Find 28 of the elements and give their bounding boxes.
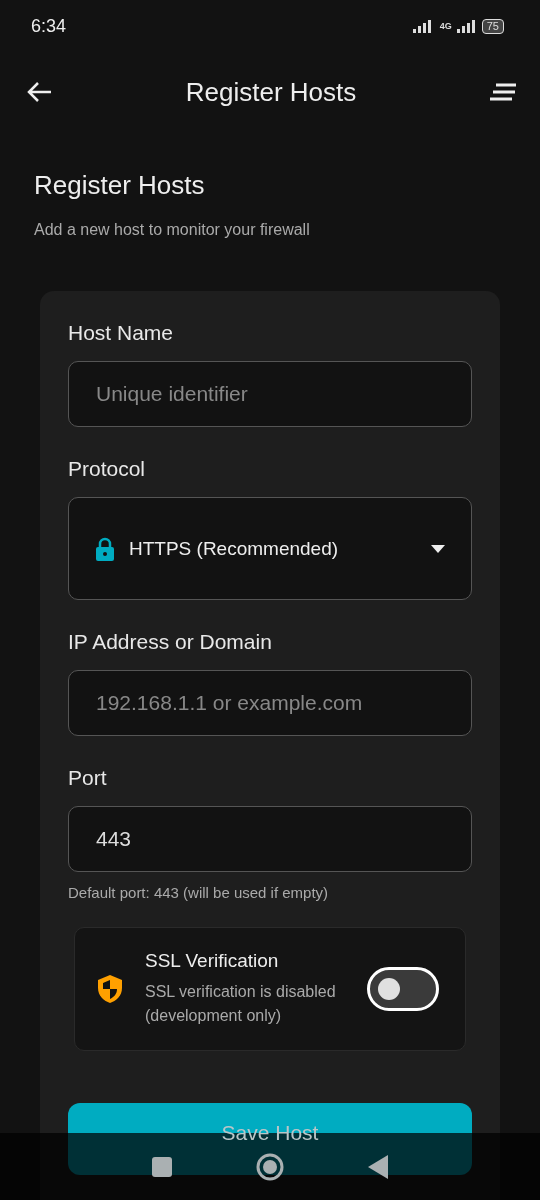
shield-icon (97, 974, 123, 1004)
dropdown-value: HTTPS (Recommended) (129, 537, 340, 560)
helper-text: Default port: 443 (will be used if empty) (68, 884, 330, 901)
status-time: 6:34 (31, 15, 67, 37)
ssl-toggle[interactable] (367, 967, 439, 1011)
network-label: 4G (439, 21, 452, 31)
battery-indicator: 75 (481, 18, 504, 34)
ssl-title: SSL Verification (145, 950, 280, 972)
page-subtitle: Add a new host to monitor your firewall (34, 221, 311, 239)
field-label: Protocol (68, 457, 147, 481)
signal-icon (456, 19, 477, 33)
ssl-description: SSL verification is disabled (development only) (145, 982, 337, 1026)
input-field[interactable]: Unique identifier (68, 361, 472, 427)
page-title: Register Hosts (34, 170, 206, 201)
protocol-dropdown[interactable]: HTTPS (Recommended) (68, 497, 472, 600)
caret-icon (431, 544, 445, 553)
field-label: Host Name (68, 321, 175, 345)
app-bar-title: Register Hosts (185, 76, 357, 108)
back-button[interactable] (26, 81, 52, 103)
recents-icon[interactable] (152, 1156, 172, 1177)
lock-icon (95, 536, 115, 561)
field-label: Port (68, 766, 108, 790)
field-label: IP Address or Domain (68, 630, 273, 654)
input-field[interactable]: 443 (68, 806, 472, 872)
input-field[interactable]: 192.168.1.1 or example.com (68, 670, 472, 736)
home-icon[interactable] (256, 1152, 284, 1181)
back-icon[interactable] (368, 1154, 388, 1179)
menu-button[interactable] (490, 83, 516, 101)
